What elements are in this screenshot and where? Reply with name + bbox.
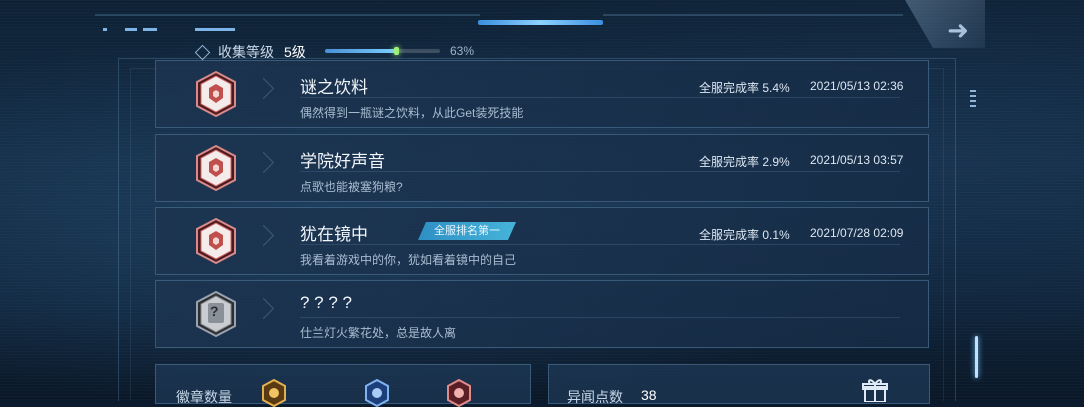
red-emblem-icon [196, 217, 236, 265]
achievement-card[interactable]: 学院好声音点歌也能被塞狗粮? 全服完成率 2.9% 2021/05/13 03:57 [155, 134, 929, 202]
chevron-decoration [252, 77, 275, 100]
top-frame-line [603, 14, 903, 16]
diamond-icon [194, 44, 211, 60]
side-decoration [970, 90, 976, 110]
badge-count-label: 徽章数量 [176, 389, 232, 405]
achievement-card[interactable]: ? ? ? ? ? 仕兰灯火繁花处，总是故人离 [155, 280, 929, 348]
card-divider [300, 171, 900, 172]
completion-rate: 全服完成率 5.4% [699, 81, 790, 95]
achievement-description: 点歌也能被塞狗粮? [300, 180, 403, 194]
level-progress-text: 63% [450, 44, 475, 58]
achievement-card[interactable]: 犹在镜中 全服排名第一我看着游戏中的你，犹如看着镜中的自己 全服完成率 0.1% 20… [155, 207, 929, 275]
blue-badge-icon[interactable] [364, 379, 390, 407]
question-mark-glyph: ? [210, 303, 219, 319]
chevron-decoration [252, 224, 275, 247]
scrollbar-thumb[interactable] [975, 336, 978, 378]
rank-tag: 全服排名第一 [418, 222, 516, 240]
forward-arrow-icon[interactable]: ➜ [940, 16, 976, 44]
chevron-decoration [252, 151, 275, 174]
unlock-date: 2021/07/28 02:09 [810, 226, 904, 240]
achievement-description: 我看着游戏中的你，犹如看着镜中的自己 [300, 253, 517, 267]
level-value: 5级 [284, 44, 306, 60]
red-emblem-icon [196, 144, 236, 192]
points-value: 38 [641, 387, 657, 403]
red-badge-icon[interactable] [446, 379, 472, 407]
unlock-date: 2021/05/13 02:36 [810, 79, 904, 93]
level-progress-fill [325, 47, 400, 55]
top-frame-line [95, 14, 480, 16]
achievement-card[interactable]: 谜之饮料偶然得到一瓶谜之饮料，从此Get装死技能 全服完成率 5.4% 2021/0… [155, 60, 929, 128]
achievement-title: 谜之饮料 [300, 78, 368, 97]
achievement-title: ? ? ? ? [300, 293, 352, 312]
chevron-decoration [252, 297, 275, 320]
achievement-description: 仕兰灯火繁花处，总是故人离 [300, 326, 457, 340]
achievement-title: 学院好声音 [300, 152, 385, 171]
top-accent-bar [478, 20, 603, 25]
gift-icon[interactable] [862, 378, 888, 402]
badge-count-panel: 徽章数量 [155, 364, 531, 407]
level-progress-bar [325, 47, 440, 55]
collection-level: 收集等级 5级 [194, 42, 306, 62]
card-divider [300, 244, 900, 245]
gold-badge-icon[interactable] [261, 379, 287, 407]
card-divider [300, 97, 900, 98]
points-label: 异闻点数 [567, 389, 623, 405]
achievement-title: 犹在镜中 [300, 225, 368, 244]
achievement-description: 偶然得到一瓶谜之饮料，从此Get装死技能 [300, 106, 524, 120]
card-divider [300, 317, 900, 318]
red-emblem-icon [196, 70, 236, 118]
unlock-date: 2021/05/13 03:57 [810, 153, 904, 167]
completion-rate: 全服完成率 0.1% [699, 228, 790, 242]
level-label: 收集等级 [218, 44, 274, 60]
completion-rate: 全服完成率 2.9% [699, 155, 790, 169]
